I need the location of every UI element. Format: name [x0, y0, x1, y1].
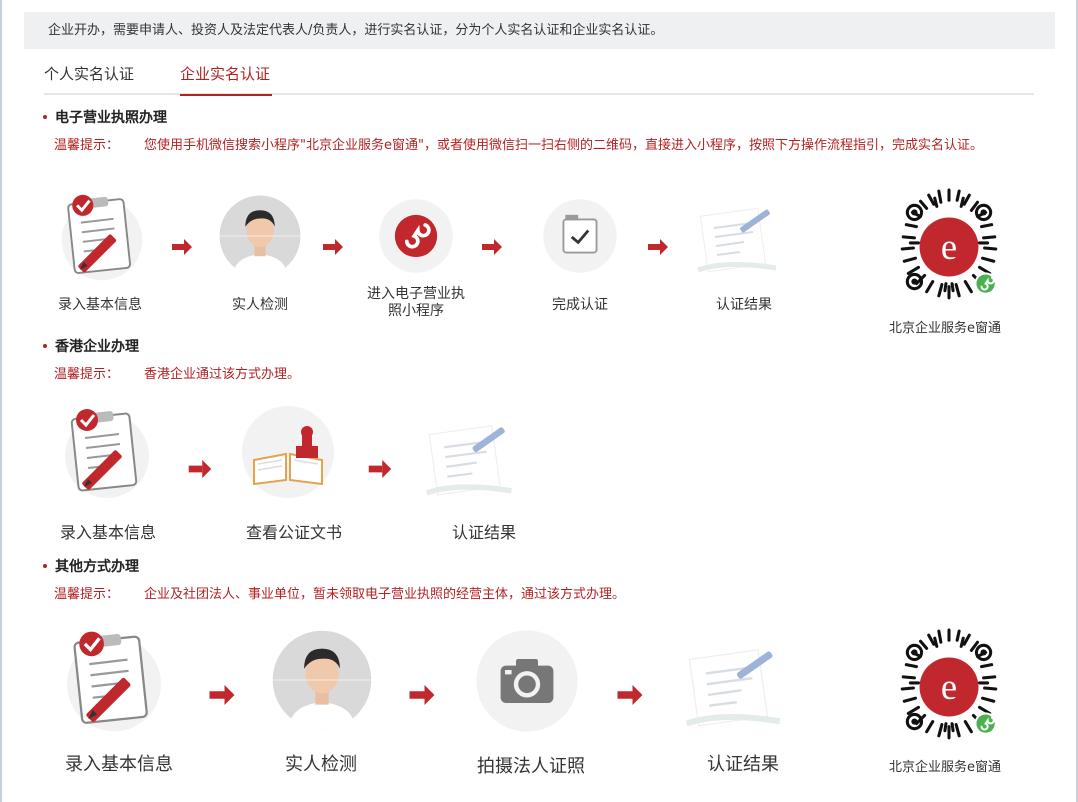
step-result	[652, 628, 812, 738]
arrow-right-icon	[482, 239, 502, 255]
qr-caption: 北京企业服务e窗通	[889, 321, 1001, 336]
tip-label: 温馨提示：	[54, 367, 120, 382]
step-view-notarial-document	[238, 402, 338, 502]
tip-label: 温馨提示：	[54, 138, 120, 153]
step-label: 查看公证文书	[245, 523, 342, 542]
window-border-left	[0, 0, 2, 802]
step-label: 录入基本信息	[58, 297, 142, 313]
info-notice: 企业开办，需要申请人、投资人及法定代表人/负责人，进行实名认证，分为个人实名认证…	[24, 12, 1055, 49]
step-label: 录入基本信息	[59, 523, 156, 542]
arrow-right-icon	[323, 239, 343, 255]
tip-text: 企业及社团法人、事业单位，暂未领取电子营业执照的经营主体，通过该方式办理。	[144, 587, 626, 602]
arrow-right-icon	[209, 685, 235, 705]
clipboard-icon	[66, 629, 162, 732]
step-label: 认证结果	[716, 297, 772, 313]
step-label: 拍摄法人证照	[477, 756, 585, 777]
step-mini-program	[370, 190, 462, 282]
section-title-text: 香港企业办理	[55, 339, 139, 355]
step-photograph-license	[472, 626, 582, 736]
document-pen-icon	[652, 628, 812, 738]
arrow-right-icon	[409, 685, 435, 705]
arrow-right-icon	[172, 239, 192, 255]
step-label: 录入基本信息	[65, 754, 173, 775]
step-result	[676, 190, 796, 282]
arrow-right-icon	[648, 239, 668, 255]
camera-icon	[476, 630, 578, 732]
section-title-other: 其他方式办理	[43, 558, 139, 576]
step-label: 实人检测	[232, 297, 288, 313]
step-label: 认证结果	[707, 754, 779, 775]
document-pen-icon	[398, 406, 538, 506]
tip-text: 香港企业通过该方式办理。	[144, 367, 301, 382]
document-pen-icon	[676, 190, 796, 282]
clipboard-icon	[61, 193, 143, 281]
step-enter-basic-info	[52, 404, 162, 504]
person-face-icon	[272, 630, 372, 730]
tab-enterprise-verification[interactable]: 企业实名认证	[180, 64, 273, 96]
section-title-text: 电子营业执照办理	[55, 110, 167, 126]
arrow-right-icon	[617, 685, 643, 705]
tip-text: 您使用手机微信搜索小程序"北京企业服务e窗通"，或者使用微信扫一扫右侧的二维码，…	[144, 138, 983, 153]
qr-code-icon	[888, 626, 1010, 748]
step-label: 进入电子营业执照小程序	[367, 286, 465, 319]
tab-bar: 个人实名认证 企业实名认证	[44, 60, 1034, 96]
qr-caption: 北京企业服务e窗通	[889, 760, 1001, 775]
section-title-hongkong: 香港企业办理	[43, 338, 139, 356]
section-title-e-license: 电子营业执照办理	[43, 109, 167, 127]
step-complete	[534, 190, 626, 282]
step-face-detection	[266, 624, 378, 736]
tab-personal-verification[interactable]: 个人实名认证	[44, 64, 134, 84]
person-face-icon	[219, 195, 301, 277]
arrow-right-icon	[188, 460, 212, 478]
step-enter-basic-info	[54, 190, 150, 286]
mini-program-icon	[377, 197, 455, 275]
checkbox-icon	[541, 197, 619, 275]
section-title-text: 其他方式办理	[55, 559, 139, 575]
tip-label: 温馨提示：	[54, 587, 120, 602]
step-label: 认证结果	[451, 523, 516, 542]
step-face-detection	[214, 190, 306, 282]
bullet-dot	[43, 343, 47, 348]
arrow-right-icon	[368, 460, 392, 478]
step-result	[398, 406, 538, 506]
stamp-book-icon	[241, 405, 335, 499]
bullet-dot	[43, 563, 47, 568]
qr-code-icon	[888, 186, 1010, 308]
clipboard-icon	[65, 407, 149, 498]
step-label: 完成认证	[552, 297, 608, 313]
step-enter-basic-info	[52, 626, 176, 738]
step-label: 实人检测	[285, 754, 357, 775]
bullet-dot	[43, 114, 47, 119]
